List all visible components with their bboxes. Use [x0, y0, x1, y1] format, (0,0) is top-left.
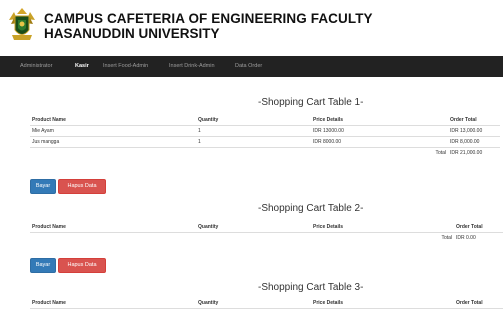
table-row: Jus mangga 1 IDR 8000.00 IDR 8,000.00 — [30, 136, 500, 148]
total-row: Total IDR 0.00 — [30, 232, 503, 243]
order-total-cell: IDR 8,000.00 — [448, 136, 500, 148]
cart-table-1-title: -Shopping Cart Table 1- — [258, 97, 364, 108]
total-value: IDR 0.00 — [454, 232, 503, 243]
column-header: Order Total — [454, 221, 503, 233]
column-header: Price Details — [311, 114, 448, 126]
delete-button-2[interactable]: Hapus Data — [58, 258, 106, 273]
price-cell: IDR 13000.00 — [311, 125, 448, 137]
navbar: Administrator Kasir Insert Food-Admin In… — [0, 56, 503, 77]
quantity-cell: 1 — [196, 136, 311, 148]
cart-table-2: Product Name Quantity Price Details Orde… — [30, 221, 503, 243]
total-label: Total — [30, 147, 448, 158]
cart-table-1: Product Name Quantity Price Details Orde… — [30, 114, 500, 158]
table-header-row: Product Name Quantity Price Details Orde… — [30, 221, 503, 233]
order-total-cell: IDR 13,000.00 — [448, 125, 500, 137]
column-header: Product Name — [30, 221, 196, 233]
table-row: Mie Ayam 1 IDR 13000.00 IDR 13,000.00 — [30, 125, 500, 137]
cart-table-3: Product Name Quantity Price Details Orde… — [30, 297, 503, 309]
column-header: Price Details — [311, 221, 454, 233]
pay-button-1[interactable]: Bayar — [30, 179, 56, 194]
site-title: CAMPUS CAFETERIA OF ENGINEERING FACULTY — [44, 11, 373, 26]
delete-button-1[interactable]: Hapus Data — [58, 179, 106, 194]
total-label: Total — [30, 232, 454, 243]
site-header: CAMPUS CAFETERIA OF ENGINEERING FACULTY … — [0, 0, 503, 56]
site-subtitle: HASANUDDIN UNIVERSITY — [44, 26, 220, 41]
product-name-cell: Jus mangga — [30, 136, 196, 148]
cart-table-3-title: -Shopping Cart Table 3- — [258, 282, 364, 293]
column-header: Quantity — [196, 221, 311, 233]
nav-item-data-order[interactable]: Data Order — [235, 56, 262, 77]
price-cell: IDR 8000.00 — [311, 136, 448, 148]
pay-button-2[interactable]: Bayar — [30, 258, 56, 273]
university-crest-icon — [9, 8, 35, 40]
nav-item-kasir[interactable]: Kasir — [75, 56, 89, 77]
table-header-row: Product Name Quantity Price Details Orde… — [30, 114, 500, 126]
nav-item-administrator[interactable]: Administrator — [20, 56, 52, 77]
total-row: Total IDR 21,000.00 — [30, 147, 500, 158]
total-value: IDR 21,000.00 — [448, 147, 500, 158]
product-name-cell: Mie Ayam — [30, 125, 196, 137]
quantity-cell: 1 — [196, 125, 311, 137]
column-header: Quantity — [196, 114, 311, 126]
nav-item-insert-drink-admin[interactable]: Insert Drink-Admin — [169, 56, 215, 77]
column-header: Order Total — [448, 114, 500, 126]
cart-table-2-title: -Shopping Cart Table 2- — [258, 203, 364, 214]
nav-item-insert-food-admin[interactable]: Insert Food-Admin — [103, 56, 148, 77]
column-header: Product Name — [30, 114, 196, 126]
